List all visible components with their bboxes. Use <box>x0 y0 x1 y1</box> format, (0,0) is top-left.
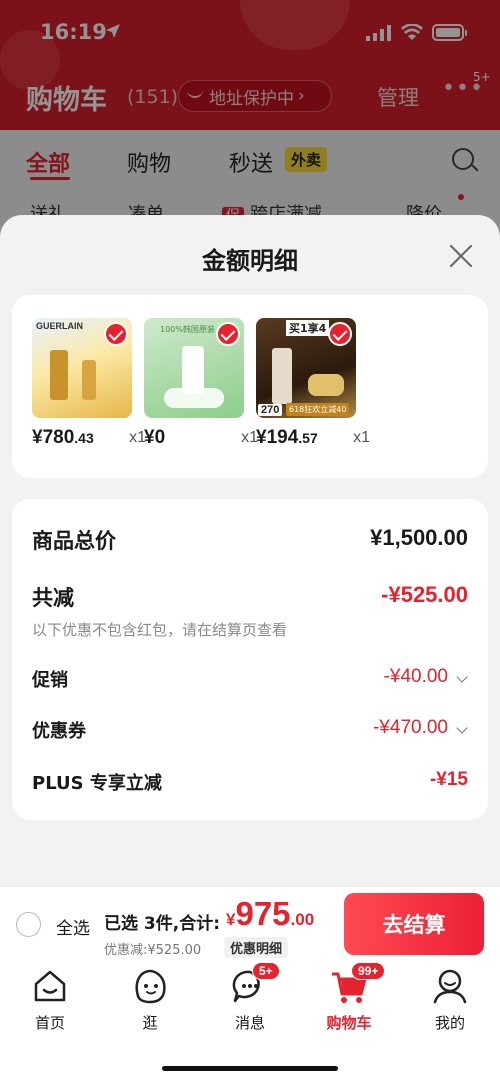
buy-tag: 买1享4 <box>286 320 330 336</box>
product-badge-note: 618狂欢立减40 <box>286 403 350 416</box>
summary-card: 商品总价 ¥1,500.00 共减 -¥525.00 以下优惠不包含红包，请在结… <box>12 499 488 820</box>
promo-row[interactable]: 促销 -¥40.00 <box>32 666 468 692</box>
promo-label: 促销 <box>32 670 68 691</box>
product-item[interactable]: GUERLAIN ¥780.43 x1 <box>32 318 146 451</box>
reduce-value: -¥525.00 <box>381 582 468 607</box>
product-image: 100%韩国原装 <box>144 318 244 418</box>
product-card: GUERLAIN ¥780.43 x1 100%韩国原装 ¥0 x1 买1享4 … <box>12 295 488 478</box>
plus-label: PLUS 专享立减 <box>32 773 162 794</box>
tab-label: 首页 <box>34 1014 65 1032</box>
chevron-down-icon[interactable] <box>456 722 468 734</box>
discount-note: 以下优惠不包含红包，请在结算页查看 <box>32 619 468 641</box>
product-image: GUERLAIN <box>32 318 132 418</box>
total-price: ¥975.00 <box>226 895 315 932</box>
coupon-value: -¥470.00 <box>372 717 448 738</box>
select-all-label[interactable]: 全选 <box>56 914 90 939</box>
checkout-button[interactable]: 去结算 <box>344 893 484 955</box>
discount-amount: 优惠减:¥525.00 <box>104 943 202 958</box>
selected-count: 已选 3件,合计: <box>104 914 221 934</box>
sheet-title: 金额明细 <box>202 247 298 275</box>
tab-profile[interactable]: 我的 <box>410 966 490 1033</box>
product-qty: x1 <box>353 429 370 446</box>
check-icon <box>104 322 128 346</box>
select-all-checkbox[interactable] <box>16 912 41 937</box>
tab-label: 消息 <box>234 1014 265 1032</box>
reduce-label: 共减 <box>32 586 74 610</box>
product-price: ¥194.57 <box>256 427 318 448</box>
product-image: 买1享4 270 618狂欢立减40 <box>256 318 356 418</box>
profile-icon <box>433 969 467 1004</box>
note-text: 以下优惠不包含红包，请在结算页查看 <box>32 621 288 639</box>
product-price: ¥780.43 <box>32 427 94 448</box>
tab-messages[interactable]: 5+ 消息 <box>210 962 290 1033</box>
product-brand: GUERLAIN <box>36 321 83 331</box>
reduce-row: 共减 -¥525.00 <box>32 582 468 612</box>
product-item[interactable]: 100%韩国原装 ¥0 x1 <box>144 318 258 451</box>
message-badge: 5+ <box>252 962 280 980</box>
total-label: 商品总价 <box>32 529 116 553</box>
total-value: ¥1,500.00 <box>370 525 468 550</box>
check-icon <box>216 322 240 346</box>
plus-value: -¥15 <box>429 769 468 790</box>
tab-home[interactable]: 首页 <box>10 966 90 1033</box>
product-badge: 270 <box>258 404 283 416</box>
checkout-bar: 全选 已选 3件,合计: ¥975.00 优惠减:¥525.00 优惠明细 去结… <box>0 886 500 964</box>
home-icon <box>34 970 66 1002</box>
product-note: 100%韩国原装 <box>160 325 215 334</box>
tab-browse[interactable]: 逛 <box>110 966 190 1033</box>
discount-detail-button[interactable]: 优惠明细 <box>224 937 289 958</box>
product-item[interactable]: 买1享4 270 618狂欢立减40 ¥194.57 x1 <box>256 318 370 451</box>
tab-label: 购物车 <box>326 1014 372 1032</box>
total-row: 商品总价 ¥1,500.00 <box>32 525 468 555</box>
chevron-down-icon[interactable] <box>456 671 468 683</box>
cart-badge: 99+ <box>351 962 386 980</box>
tab-label: 我的 <box>434 1014 465 1032</box>
browse-face-icon <box>135 969 166 1004</box>
promo-value: -¥40.00 <box>383 666 448 687</box>
home-indicator <box>162 1066 338 1071</box>
close-icon[interactable] <box>448 243 474 269</box>
coupon-row[interactable]: 优惠券 -¥470.00 <box>32 717 468 743</box>
tab-label: 逛 <box>142 1014 158 1032</box>
check-icon <box>328 322 352 346</box>
coupon-label: 优惠券 <box>32 721 86 742</box>
plus-row: PLUS 专享立减 -¥15 <box>32 769 468 795</box>
tab-cart[interactable]: 99+ 购物车 <box>309 962 389 1033</box>
product-price: ¥0 <box>144 427 166 448</box>
